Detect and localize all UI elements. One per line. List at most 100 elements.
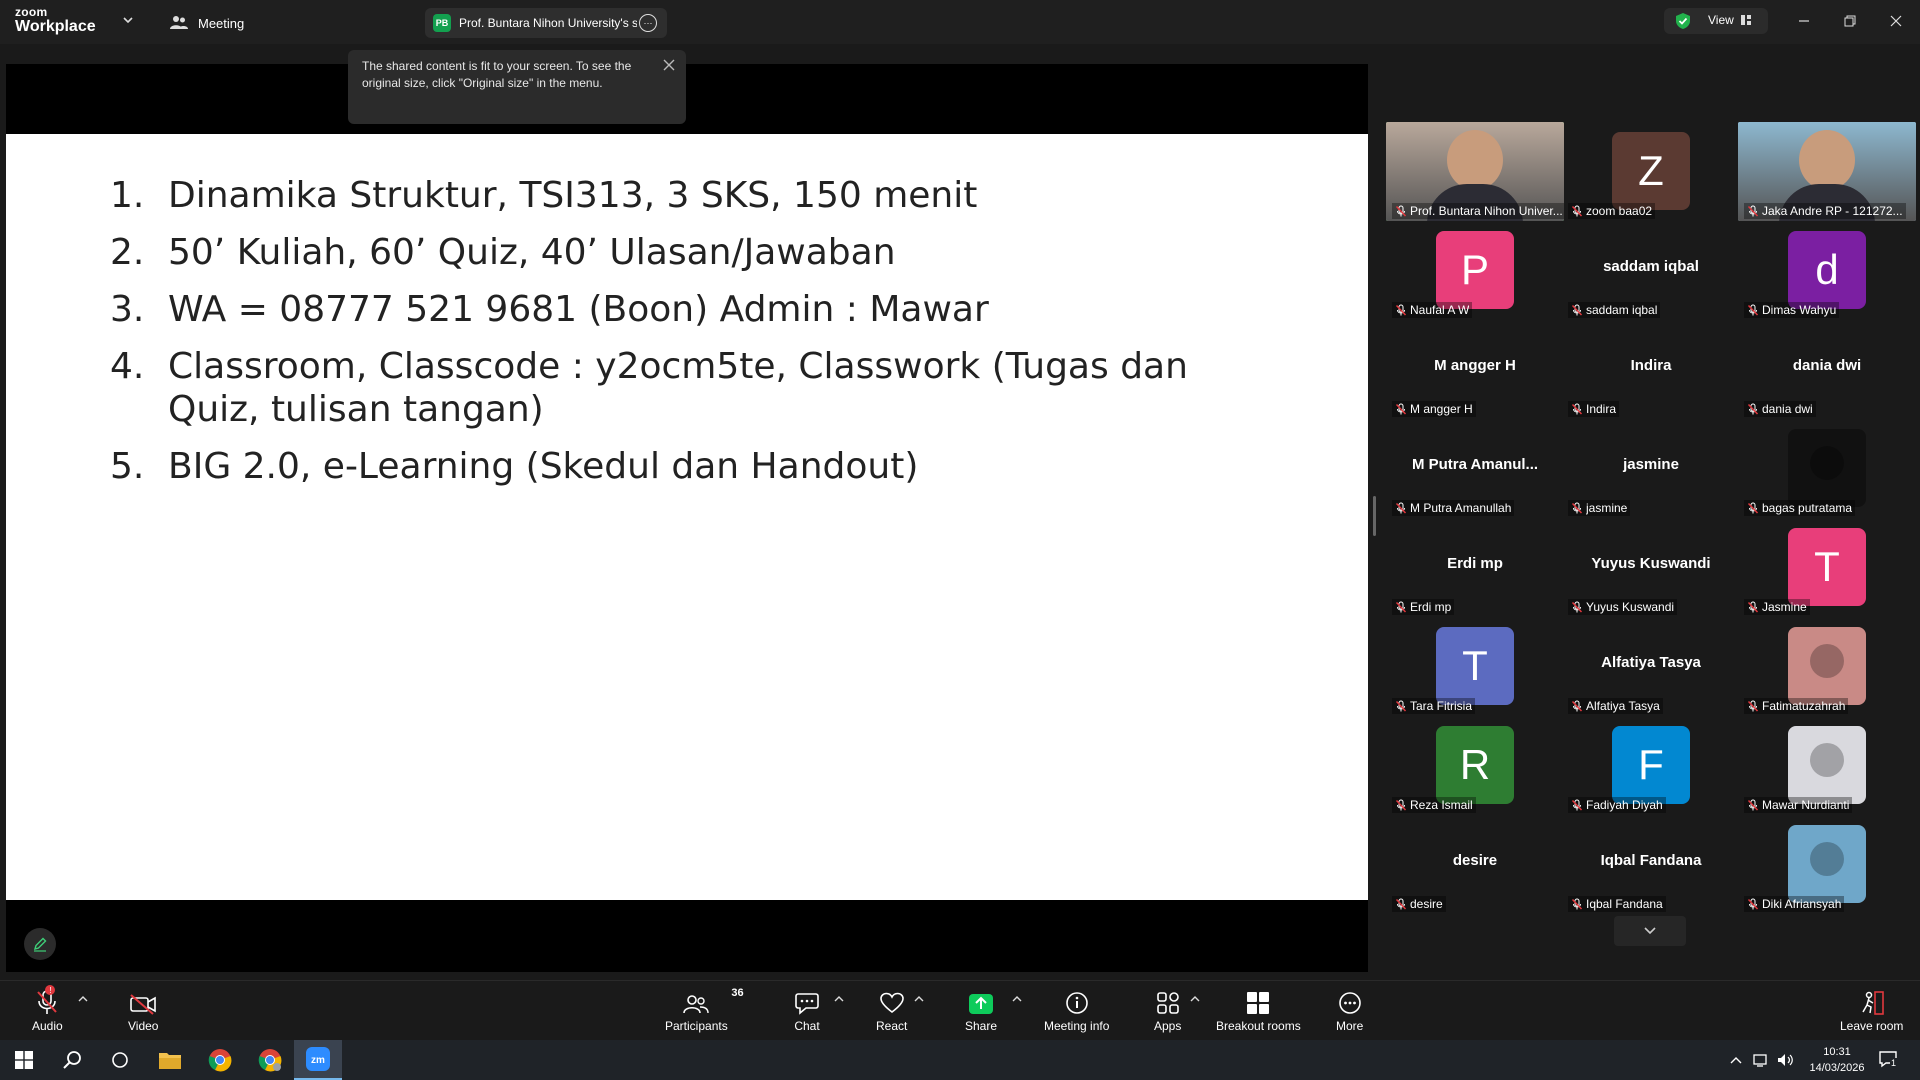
- camera-off-icon: [130, 994, 157, 1015]
- participant-tile[interactable]: d Dimas Wahyu: [1738, 221, 1916, 320]
- participant-tile[interactable]: T Tara Fitrisia: [1386, 617, 1564, 716]
- participant-name: Iqbal Fandana: [1586, 897, 1663, 911]
- audio-options-caret-icon[interactable]: [78, 995, 88, 1003]
- annotate-button[interactable]: [24, 928, 56, 960]
- share-screen-button[interactable]: Share: [965, 989, 997, 1033]
- taskbar-chrome[interactable]: [196, 1040, 244, 1080]
- participant-tile[interactable]: Yuyus Kuswandi Yuyus Kuswandi: [1562, 518, 1740, 617]
- participant-name-label: Erdi mp: [1392, 599, 1455, 615]
- participant-tile[interactable]: R Reza Ismail: [1386, 716, 1564, 815]
- participant-photo-figure: [1810, 446, 1844, 480]
- taskbar-zoom[interactable]: zm: [294, 1040, 342, 1080]
- participant-tile[interactable]: T Jasmine: [1738, 518, 1916, 617]
- meeting-info-button[interactable]: Meeting info: [1044, 989, 1109, 1033]
- tray-overflow-icon[interactable]: [1730, 1055, 1742, 1065]
- network-icon[interactable]: [1752, 1052, 1770, 1068]
- apps-button[interactable]: Apps: [1154, 989, 1181, 1033]
- participant-tile[interactable]: bagas putratama: [1738, 419, 1916, 518]
- taskbar-clock[interactable]: 10:31 14/03/2026: [1808, 1044, 1866, 1076]
- more-options-icon[interactable]: ···: [639, 14, 657, 32]
- participant-name-label: M Putra Amanullah: [1392, 500, 1515, 516]
- audio-button[interactable]: ! Audio: [32, 985, 63, 1033]
- gallery-scrollbar[interactable]: [1373, 496, 1376, 536]
- participant-display-name: dania dwi: [1792, 357, 1862, 374]
- participant-name: zoom baa02: [1586, 204, 1653, 218]
- participant-display-name: M Putra Amanul...: [1411, 456, 1539, 473]
- task-view-button[interactable]: [96, 1040, 144, 1080]
- participant-avatar: d: [1788, 231, 1866, 309]
- participant-tile[interactable]: F Fadiyah Diyah: [1562, 716, 1740, 815]
- zoom-logo[interactable]: zoom Workplace: [15, 6, 96, 35]
- chat-options-caret-icon[interactable]: [834, 995, 844, 1003]
- microphone-muted-icon: [1747, 304, 1759, 316]
- participant-tile[interactable]: Jaka Andre RP - 121272...: [1738, 122, 1916, 221]
- meeting-menu-button[interactable]: Meeting: [170, 12, 244, 34]
- close-window-button[interactable]: [1882, 10, 1910, 32]
- react-options-caret-icon[interactable]: [914, 995, 924, 1003]
- slide-list: 1. Dinamika Struktur, TSI313, 3 SKS, 150 …: [110, 174, 1210, 502]
- microphone-muted-icon: [1747, 205, 1759, 217]
- participant-tile[interactable]: Indira Indira: [1562, 320, 1740, 419]
- microphone-muted-icon: [1395, 502, 1407, 514]
- participant-display-name: Alfatiya Tasya: [1601, 654, 1701, 671]
- participant-display-name: Yuyus Kuswandi: [1591, 555, 1711, 572]
- breakout-rooms-button[interactable]: Breakout rooms: [1216, 989, 1301, 1033]
- search-icon: [63, 1051, 81, 1069]
- taskbar-file-explorer[interactable]: [146, 1040, 194, 1080]
- shield-check-icon[interactable]: [1674, 12, 1692, 30]
- participant-tile[interactable]: Prof. Buntara Nihon Univer...: [1386, 122, 1564, 221]
- participant-tile[interactable]: dania dwi dania dwi: [1738, 320, 1916, 419]
- participant-tile[interactable]: Iqbal Fandana Iqbal Fandana: [1562, 815, 1740, 914]
- participant-tile[interactable]: Erdi mp Erdi mp: [1386, 518, 1564, 617]
- search-button[interactable]: [48, 1040, 96, 1080]
- participant-tile[interactable]: M angger H M angger H: [1386, 320, 1564, 419]
- participant-name-label: Dimas Wahyu: [1744, 302, 1840, 318]
- react-button[interactable]: React: [876, 989, 907, 1033]
- participant-name: dania dwi: [1762, 402, 1813, 416]
- start-button[interactable]: [0, 1040, 48, 1080]
- close-icon[interactable]: [662, 58, 676, 72]
- chevron-down-icon[interactable]: [122, 14, 134, 26]
- participant-tile[interactable]: jasmine jasmine: [1562, 419, 1740, 518]
- participant-tile[interactable]: Alfatiya Tasya Alfatiya Tasya: [1562, 617, 1740, 716]
- restore-button[interactable]: [1836, 10, 1864, 32]
- participant-name: Erdi mp: [1410, 600, 1452, 614]
- participants-button[interactable]: 36 Participants: [665, 987, 744, 1033]
- participant-name-label: Prof. Buntara Nihon Univer...: [1392, 203, 1564, 219]
- minimize-button[interactable]: [1790, 10, 1818, 32]
- notification-center-button[interactable]: 1: [1878, 1050, 1902, 1070]
- task-view-icon: [112, 1052, 128, 1068]
- participant-tile[interactable]: M Putra Amanul... M Putra Amanullah: [1386, 419, 1564, 518]
- volume-icon[interactable]: [1776, 1052, 1794, 1068]
- taskbar-chrome-profile[interactable]: [246, 1040, 294, 1080]
- participant-name: Jaka Andre RP - 121272...: [1762, 204, 1903, 218]
- participant-tile[interactable]: P Naufal A W: [1386, 221, 1564, 320]
- video-button[interactable]: Video: [128, 989, 158, 1033]
- title-bar: zoom Workplace Meeting PB Prof. Buntara …: [0, 0, 1920, 44]
- participant-tile[interactable]: Diki Afriansyah: [1738, 815, 1916, 914]
- participant-tile[interactable]: desire desire: [1386, 815, 1564, 914]
- share-options-caret-icon[interactable]: [1012, 995, 1022, 1003]
- participant-avatar: P: [1436, 231, 1514, 309]
- microphone-muted-icon: [1395, 403, 1407, 415]
- gallery-next-page-button[interactable]: [1614, 916, 1686, 946]
- microphone-muted-icon: [1395, 898, 1407, 910]
- leave-room-button[interactable]: Leave room: [1840, 989, 1903, 1033]
- participant-name-label: Fadiyah Diyah: [1568, 797, 1666, 813]
- participant-tile[interactable]: saddam iqbal saddam iqbal: [1562, 221, 1740, 320]
- participant-name: desire: [1410, 897, 1443, 911]
- apps-options-caret-icon[interactable]: [1190, 995, 1200, 1003]
- microphone-muted-icon: [1571, 502, 1583, 514]
- chat-button[interactable]: Chat: [794, 989, 820, 1033]
- participant-photo: [1788, 726, 1866, 804]
- screen-share-tab[interactable]: PB Prof. Buntara Nihon University's s ··…: [425, 8, 667, 38]
- participant-tile[interactable]: Zzoom baa02: [1562, 122, 1740, 221]
- more-button[interactable]: More: [1336, 989, 1363, 1033]
- participant-tile[interactable]: Mawar Nurdianti: [1738, 716, 1916, 815]
- participant-avatar: F: [1612, 726, 1690, 804]
- participant-tile[interactable]: Fatimatuzahrah: [1738, 617, 1916, 716]
- view-button[interactable]: View: [1708, 13, 1752, 27]
- participant-head: [1447, 130, 1503, 190]
- info-icon: [1065, 992, 1088, 1014]
- shared-slide: 1. Dinamika Struktur, TSI313, 3 SKS, 150 …: [6, 134, 1368, 900]
